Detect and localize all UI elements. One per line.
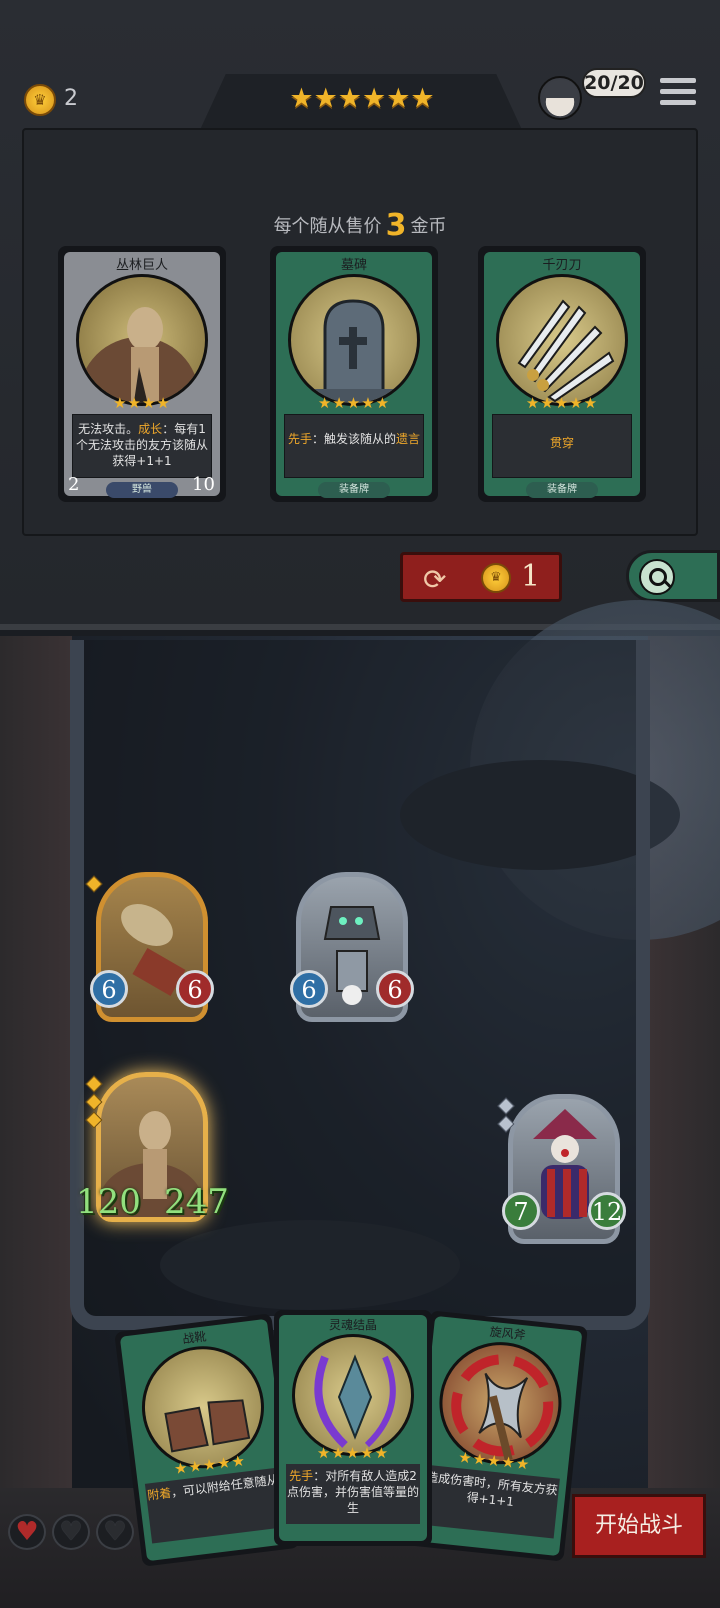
- card-name: 丛林巨人: [115, 258, 168, 273]
- card-stars: ★★★★★: [525, 394, 599, 412]
- minion-health: 12: [588, 1192, 626, 1230]
- search-button[interactable]: [626, 550, 720, 602]
- card-tribe-tag: 野兽: [106, 482, 178, 498]
- hand-card-boots[interactable]: 战靴 ★★★★★ 附着，可以附给任意随从: [114, 1313, 300, 1567]
- shop-panel: ♛ 2 ★★★★★★ 20/20 每个随从售价 3 金币 丛林巨人 ★★★★ 无…: [0, 0, 720, 630]
- player-health: 20/20: [582, 68, 646, 98]
- player-avatar[interactable]: [538, 76, 582, 120]
- card-description: 无法攻击。成长：每有1个无法攻击的友方该随从获得+1+1: [72, 414, 212, 478]
- blades-art-icon: [496, 274, 628, 406]
- left-wall: [0, 636, 72, 1496]
- card-description: 贯穿: [492, 414, 632, 478]
- lives: ♥ ♥ ♥: [8, 1514, 134, 1550]
- minion-jester[interactable]: 7 12: [497, 1094, 626, 1244]
- minion-robot[interactable]: 6 6: [290, 872, 414, 1022]
- heart-icon: ♥: [8, 1514, 46, 1550]
- tavern-tier-stars: ★★★★★★: [262, 84, 462, 114]
- card-attack: 2: [68, 474, 80, 495]
- card-name: 墓碑: [340, 258, 367, 273]
- desc-keyword: 先手: [289, 1469, 314, 1483]
- card-stars: ★★★★★: [316, 1444, 390, 1462]
- card-stars: ★★★★★: [317, 394, 391, 412]
- minion-attack: 6: [90, 970, 128, 1008]
- minion-attack: 120: [76, 1182, 141, 1222]
- reroll-button[interactable]: ⟳ ♛ 1: [400, 552, 562, 602]
- minion-health: 6: [176, 970, 214, 1008]
- card-type-tag: 装备牌: [318, 482, 390, 498]
- card-health: 10: [192, 474, 215, 495]
- desc-text: 无法攻击。: [78, 422, 139, 436]
- crystal-art-icon: [292, 1334, 414, 1456]
- minion-tier-pips: [85, 1075, 103, 1132]
- search-icon: [639, 559, 675, 595]
- sell-price-label: 每个随从售价 3 金币: [0, 208, 720, 243]
- gold-coin-icon: ♛: [24, 84, 56, 116]
- sell-suffix: 金币: [410, 216, 447, 237]
- shop-card-thousand-blades[interactable]: 千刃刀 ★★★★★ 贯穿 装备牌: [478, 246, 646, 502]
- shop-card-jungle-giant[interactable]: 丛林巨人 ★★★★ 无法攻击。成长：每有1个无法攻击的友方该随从获得+1+1 2…: [58, 246, 226, 502]
- refresh-icon: ⟳: [423, 563, 447, 596]
- menu-line-icon: [660, 78, 696, 83]
- card-stars: ★★★★: [113, 394, 171, 412]
- giant-art-icon: [76, 274, 208, 406]
- desc-keyword: 贯穿: [549, 436, 574, 450]
- desc-keyword: 成长: [138, 422, 163, 436]
- desc-text: ：触发该随从的: [311, 432, 396, 446]
- heart-empty-icon: ♥: [52, 1514, 90, 1550]
- minion-airship[interactable]: 6 6: [85, 872, 214, 1022]
- heart-empty-icon: ♥: [96, 1514, 134, 1550]
- tier-star-icon: ★★★★★★: [289, 83, 435, 114]
- shop-card-tombstone[interactable]: 墓碑 ★★★★★ 先手：触发该随从的遗言 装备牌: [270, 246, 438, 502]
- minion-health: 6: [376, 970, 414, 1008]
- minion-jungle-giant[interactable]: 120 247: [76, 1072, 229, 1243]
- reroll-cost: 1: [521, 559, 541, 594]
- card-description: 先手：对所有敌人造成2点伤害，并伤害值等量的生: [286, 1464, 420, 1524]
- hand-card-soul-crystal[interactable]: 灵魂结晶 ★★★★★ 先手：对所有敌人造成2点伤害，并伤害值等量的生: [274, 1310, 432, 1546]
- gold-coin-icon: ♛: [481, 563, 511, 593]
- minion-health: 247: [164, 1182, 229, 1222]
- desc-keyword: 遗言: [396, 432, 421, 446]
- minion-attack: 6: [290, 970, 328, 1008]
- desc-keyword: 先手: [287, 432, 312, 446]
- card-name: 千刃刀: [542, 258, 582, 273]
- minion-tier-pips: [85, 875, 103, 896]
- card-type-tag: 装备牌: [526, 482, 598, 498]
- sell-amount: 3: [385, 208, 407, 243]
- hand-card-whirlwind-axe[interactable]: 旋风斧 ★★★★★ 造成伤害时，所有友方获得+1+1: [406, 1310, 588, 1562]
- desc-keyword: 附着: [146, 1485, 173, 1503]
- start-battle-button[interactable]: 开始战斗: [572, 1494, 706, 1558]
- card-description: 先手：触发该随从的遗言: [284, 414, 424, 478]
- minion-tier-pips: [497, 1097, 515, 1136]
- gold-count: 2: [64, 86, 78, 111]
- menu-button[interactable]: [660, 78, 696, 110]
- menu-line-icon: [660, 100, 696, 105]
- menu-line-icon: [660, 89, 696, 94]
- tombstone-art-icon: [288, 274, 420, 406]
- game-screen: ♛ 2 ★★★★★★ 20/20 每个随从售价 3 金币 丛林巨人 ★★★★ 无…: [0, 0, 720, 1608]
- sell-prefix: 每个随从售价: [273, 216, 382, 237]
- minion-attack: 7: [502, 1192, 540, 1230]
- card-name: 灵魂结晶: [328, 1318, 377, 1332]
